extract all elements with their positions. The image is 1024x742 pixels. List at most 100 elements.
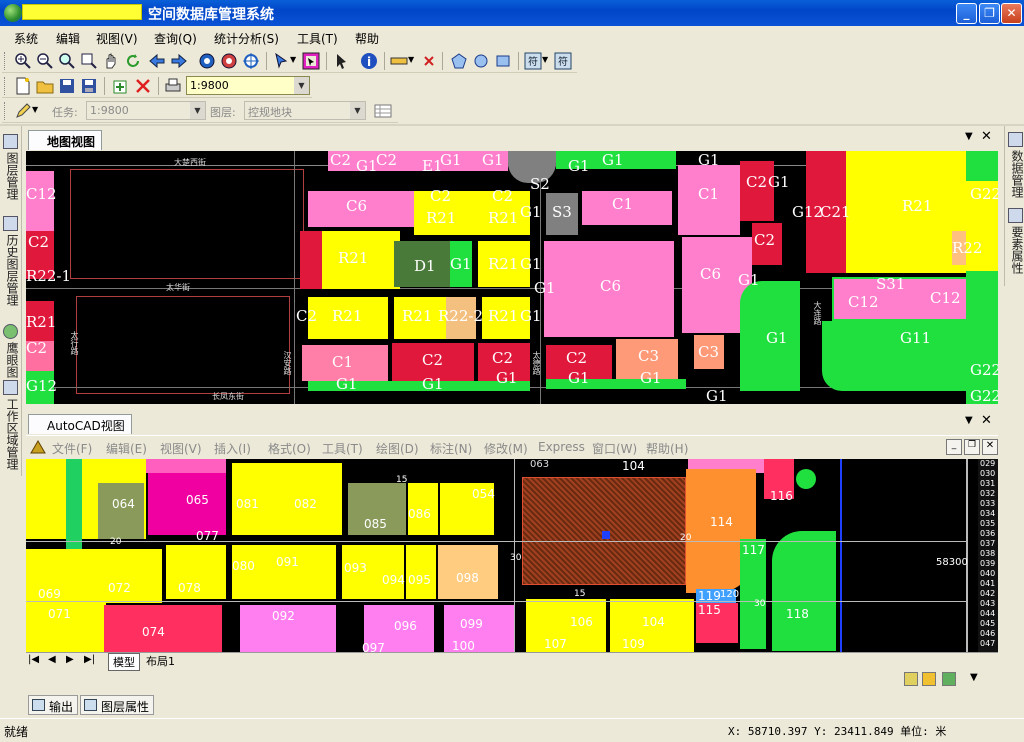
tab-layer-properties[interactable]: 图层属性 bbox=[80, 695, 155, 715]
attribute-table-icon[interactable] bbox=[374, 102, 392, 120]
cad-menu-window[interactable]: 窗口(W) bbox=[592, 440, 637, 457]
panel-menu-icon[interactable]: ▼ bbox=[965, 131, 973, 142]
cad-menu-tools[interactable]: 工具(T) bbox=[322, 440, 363, 457]
chevron-down-icon[interactable]: ▼ bbox=[542, 55, 548, 64]
right-dock: 数据管理 要素属性 bbox=[1004, 126, 1024, 286]
close-button[interactable]: ✕ bbox=[1001, 3, 1022, 24]
globe-icon[interactable] bbox=[198, 52, 216, 70]
chevron-down-icon[interactable]: ▼ bbox=[350, 102, 365, 119]
maximize-button[interactable]: ❐ bbox=[979, 3, 1000, 24]
info-icon[interactable]: i bbox=[360, 52, 378, 70]
panel-menu-icon[interactable]: ▼ bbox=[965, 415, 973, 426]
menu-query[interactable]: 查询(Q) bbox=[154, 30, 197, 47]
cad-close-button[interactable]: ✕ bbox=[982, 439, 998, 455]
rectangle-icon[interactable] bbox=[494, 52, 512, 70]
tab-output[interactable]: 输出 bbox=[28, 695, 79, 715]
tab-layer-manager[interactable]: 图层管理 bbox=[1, 132, 21, 210]
tab-work-area[interactable]: 工作区域管理 bbox=[1, 378, 21, 476]
pan-hand-icon[interactable] bbox=[102, 52, 120, 70]
cad-menu-draw[interactable]: 绘图(D) bbox=[376, 440, 419, 457]
lock-icon[interactable] bbox=[922, 672, 936, 686]
delete-icon[interactable] bbox=[134, 77, 152, 95]
symbol-edit-icon[interactable]: 符 bbox=[554, 52, 572, 70]
parcel-label: C21 bbox=[820, 203, 851, 221]
scale-combo[interactable]: 1:9800 ▼ bbox=[186, 76, 310, 95]
zoom-out-icon[interactable] bbox=[36, 52, 54, 70]
new-file-icon[interactable] bbox=[14, 77, 32, 95]
chevron-down-icon[interactable]: ▼ bbox=[290, 55, 296, 64]
task-combo[interactable]: 1:9800 ▼ bbox=[86, 101, 206, 120]
next-tab-icon[interactable]: ▶ bbox=[66, 654, 74, 665]
parcel-label: G1 bbox=[534, 279, 556, 297]
zoom-in-icon[interactable] bbox=[14, 52, 32, 70]
menu-tools[interactable]: 工具(T) bbox=[297, 30, 338, 47]
cad-parcel-label: 091 bbox=[276, 555, 299, 569]
forward-arrow-icon[interactable] bbox=[170, 52, 188, 70]
chevron-down-icon[interactable]: ▼ bbox=[190, 102, 205, 119]
cad-menu-dimension[interactable]: 标注(N) bbox=[430, 440, 472, 457]
cad-menu-edit[interactable]: 编辑(E) bbox=[106, 440, 147, 457]
cad-menu-modify[interactable]: 修改(M) bbox=[484, 440, 528, 457]
add-layer-icon[interactable] bbox=[112, 77, 130, 95]
tray-settings-icon[interactable] bbox=[942, 672, 956, 686]
tab-feature-attributes[interactable]: 要素属性 bbox=[1006, 206, 1024, 282]
open-folder-icon[interactable] bbox=[36, 77, 54, 95]
select-rect-icon[interactable] bbox=[302, 52, 320, 70]
menu-statistics[interactable]: 统计分析(S) bbox=[214, 30, 279, 47]
cad-parcel-label: 081 bbox=[236, 497, 259, 511]
full-extent-icon[interactable] bbox=[220, 52, 238, 70]
close-icon[interactable]: ✕ bbox=[981, 413, 992, 428]
cad-menu-format[interactable]: 格式(O) bbox=[268, 440, 311, 457]
print-icon[interactable] bbox=[164, 77, 182, 95]
circle-icon[interactable] bbox=[472, 52, 490, 70]
tab-data-manager[interactable]: 数据管理 bbox=[1006, 130, 1024, 206]
tab-map-view[interactable]: 地图视图 bbox=[28, 130, 103, 150]
cad-menu-view[interactable]: 视图(V) bbox=[160, 440, 202, 457]
minimize-button[interactable]: _ bbox=[956, 3, 977, 24]
prev-tab-icon[interactable]: ◀ bbox=[48, 654, 56, 665]
edit-pen-icon[interactable] bbox=[14, 102, 32, 120]
last-tab-icon[interactable]: ▶| bbox=[84, 654, 95, 665]
tab-history-layers[interactable]: 历史图层管理 bbox=[1, 214, 21, 326]
cad-minimize-button[interactable]: _ bbox=[946, 439, 962, 455]
cad-menu-express[interactable]: Express bbox=[538, 440, 585, 454]
cad-parcel-label: 071 bbox=[48, 607, 71, 621]
symbol-icon[interactable]: 符 bbox=[524, 52, 542, 70]
menu-help[interactable]: 帮助 bbox=[355, 30, 379, 47]
measure-icon[interactable] bbox=[390, 52, 408, 70]
center-map-icon[interactable] bbox=[242, 52, 260, 70]
tab-layout1[interactable]: 布局1 bbox=[142, 653, 179, 669]
arrow-pointer-icon[interactable] bbox=[332, 52, 350, 70]
menu-system[interactable]: 系统 bbox=[14, 30, 38, 47]
tab-model[interactable]: 模型 bbox=[108, 653, 140, 671]
first-tab-icon[interactable]: |◀ bbox=[28, 654, 39, 665]
back-arrow-icon[interactable] bbox=[148, 52, 166, 70]
chevron-down-icon[interactable]: ▼ bbox=[294, 77, 309, 94]
tab-autocad-view[interactable]: AutoCAD视图 bbox=[28, 414, 132, 434]
chevron-down-icon[interactable]: ▼ bbox=[408, 55, 414, 64]
cad-canvas[interactable]: 064 065 081 082 085 086 054 114 116 077 … bbox=[26, 459, 998, 652]
zoom-window-icon[interactable] bbox=[80, 52, 98, 70]
zoom-extent-icon[interactable] bbox=[58, 52, 76, 70]
select-tool-icon[interactable] bbox=[272, 52, 290, 70]
save-as-icon[interactable] bbox=[80, 77, 98, 95]
chevron-down-icon[interactable]: ▼ bbox=[970, 672, 978, 683]
polygon-icon[interactable] bbox=[450, 52, 468, 70]
menu-edit[interactable]: 编辑 bbox=[56, 30, 80, 47]
layer-combo[interactable]: 控规地块 ▼ bbox=[244, 101, 366, 120]
cad-menu-help[interactable]: 帮助(H) bbox=[646, 440, 688, 457]
save-icon[interactable] bbox=[58, 77, 76, 95]
chevron-down-icon[interactable]: ▼ bbox=[32, 105, 38, 114]
clear-icon[interactable] bbox=[420, 52, 438, 70]
cad-parcel-label: 094 bbox=[382, 573, 405, 587]
close-icon[interactable]: ✕ bbox=[981, 129, 992, 144]
cad-restore-button[interactable]: ❐ bbox=[964, 439, 980, 455]
warning-icon[interactable] bbox=[904, 672, 918, 686]
refresh-icon[interactable] bbox=[124, 52, 142, 70]
svg-text:i: i bbox=[367, 55, 371, 69]
map-canvas[interactable]: 大楚西街 太华街 长凤东街 汉安路 太行路 太德路 大连路 C2 G1 C2 E… bbox=[26, 151, 998, 404]
tab-eagle-eye[interactable]: 鹰眼图 bbox=[1, 322, 21, 386]
cad-menu-file[interactable]: 文件(F) bbox=[52, 440, 92, 457]
menu-view[interactable]: 视图(V) bbox=[96, 30, 138, 47]
cad-menu-insert[interactable]: 插入(I) bbox=[214, 440, 251, 457]
